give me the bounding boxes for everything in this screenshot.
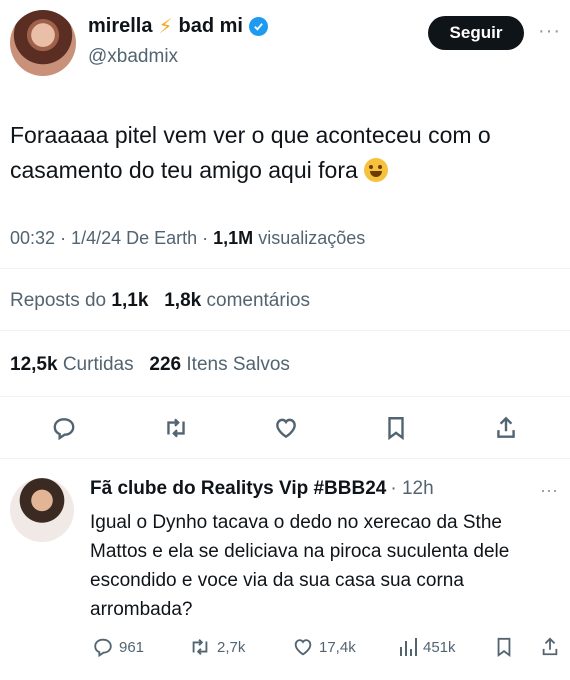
grinning-sweat-emoji-icon: [364, 158, 389, 182]
reply-icon: [94, 638, 112, 658]
like-icon: [294, 639, 312, 656]
reply-time[interactable]: · 12h: [390, 478, 433, 500]
comments-count: 1,8k: [164, 290, 202, 311]
likes-label: Curtidas: [62, 354, 134, 375]
more-options-icon[interactable]: ···: [538, 20, 561, 43]
reply-text: Igual o Dynho tacava o dedo no xerecao d…: [90, 512, 510, 620]
reply-more-icon[interactable]: ···: [540, 480, 558, 501]
divider: [0, 330, 570, 331]
reply-header: Fã clube do Realitys Vip #BBB24 · 12h: [90, 478, 434, 500]
avatar[interactable]: [10, 10, 76, 76]
post-action-bar: [0, 408, 570, 448]
reply-repost-button[interactable]: 2,7k: [188, 636, 245, 658]
like-icon[interactable]: [270, 412, 302, 444]
reply-bookmark-icon[interactable]: [494, 636, 514, 658]
reply-views-count: 451k: [423, 638, 456, 656]
divider: [0, 396, 570, 397]
reply-avatar[interactable]: [10, 478, 74, 542]
follow-button[interactable]: Seguir: [428, 16, 524, 50]
reposts-stat[interactable]: Reposts do 1,1k 1,8k comentários: [10, 290, 310, 312]
handle[interactable]: @xbadmix: [88, 46, 178, 68]
verified-badge-icon: [248, 17, 268, 36]
post-date-source[interactable]: · 1/4/24 De Earth ·: [60, 228, 208, 248]
post-text: Foraaaaa pitel vem ver o que aconteceu c…: [10, 118, 560, 188]
comments-label: comentários: [206, 290, 311, 311]
display-name[interactable]: mirella: [88, 15, 152, 38]
reply-action-bar: 961 2,7k 17,4k 451k: [0, 634, 570, 664]
divider: [0, 268, 570, 269]
reply-comment-button[interactable]: 961: [92, 636, 144, 658]
reply-icon[interactable]: [48, 412, 80, 444]
repost-icon: [192, 639, 208, 655]
views-icon: [400, 638, 417, 656]
display-name-suffix[interactable]: bad mi: [179, 15, 243, 38]
saves-label: Itens Salvos: [186, 354, 290, 375]
reply-share-icon[interactable]: [540, 636, 560, 658]
reply-views-button[interactable]: 451k: [398, 636, 456, 658]
divider: [0, 458, 570, 459]
saves-count: 226: [149, 354, 182, 375]
reply-author-name[interactable]: Fã clube do Realitys Vip #BBB24: [90, 478, 386, 500]
post-meta: 00:32 · 1/4/24 De Earth · 1,1M visualiza…: [10, 228, 365, 249]
post-time[interactable]: 00:32: [10, 228, 55, 248]
post-body: Foraaaaa pitel vem ver o que aconteceu c…: [10, 122, 491, 183]
views-count: 1,1M: [213, 228, 254, 248]
likes-count: 12,5k: [10, 354, 58, 375]
reposts-count: 1,1k: [111, 290, 149, 311]
lightning-icon: ⚡: [158, 16, 173, 38]
likes-stat[interactable]: 12,5k Curtidas 226 Itens Salvos: [10, 354, 290, 376]
bookmark-icon[interactable]: [380, 412, 412, 444]
repost-icon[interactable]: [160, 412, 192, 444]
reply-like-button[interactable]: 17,4k: [292, 636, 356, 658]
reply-likes-count: 17,4k: [319, 638, 356, 656]
reply-reposts-count: 2,7k: [217, 638, 246, 656]
reposts-label: Reposts do: [10, 290, 107, 311]
reply-replies-count: 961: [119, 638, 145, 656]
views-label: visualizações: [258, 228, 366, 248]
share-icon[interactable]: [490, 412, 522, 444]
author-name-row[interactable]: mirella ⚡ bad mi: [88, 14, 268, 39]
